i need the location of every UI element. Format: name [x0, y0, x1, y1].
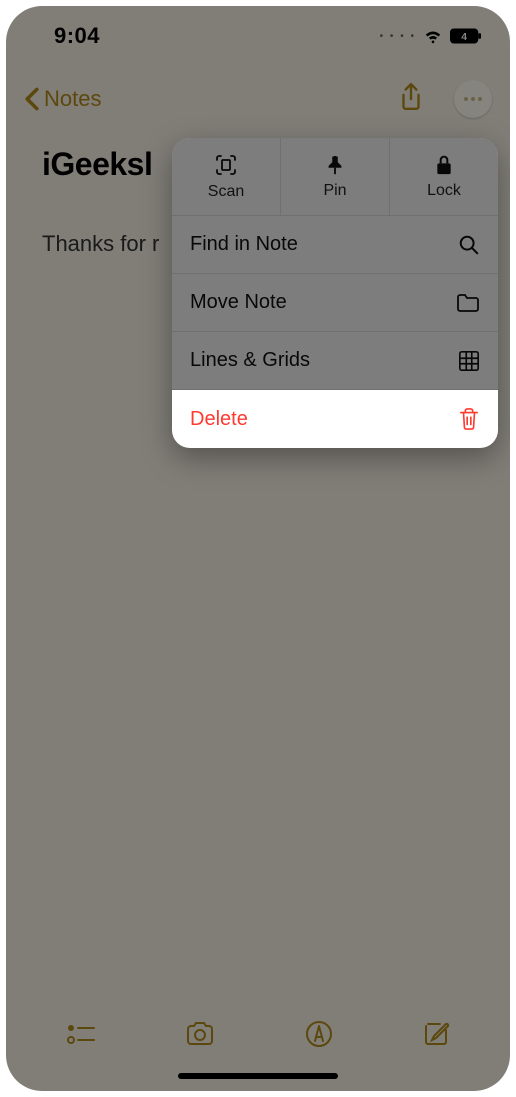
trash-icon [458, 407, 480, 431]
lock-button[interactable]: Lock [389, 138, 498, 215]
camera-icon [184, 1021, 216, 1047]
checklist-icon [66, 1022, 96, 1046]
menu-label: Move Note [190, 291, 287, 314]
pin-button[interactable]: Pin [280, 138, 389, 215]
compose-icon [422, 1020, 450, 1048]
pin-icon [324, 154, 346, 176]
sheet-top-row: Scan Pin Lock [172, 138, 498, 216]
status-right: • • • • 4 [380, 27, 482, 45]
menu-move-note[interactable]: Move Note [172, 274, 498, 332]
action-sheet: Scan Pin Lock Find in Note Move Note Lin… [172, 138, 498, 448]
lock-icon [434, 154, 454, 176]
lock-label: Lock [427, 182, 461, 200]
status-bar: 9:04 • • • • 4 [6, 6, 510, 66]
checklist-button[interactable] [66, 1022, 96, 1051]
menu-label: Find in Note [190, 233, 298, 256]
more-button[interactable] [454, 80, 492, 118]
markup-icon [304, 1019, 334, 1049]
status-time: 9:04 [54, 23, 100, 49]
menu-lines-grids[interactable]: Lines & Grids [172, 332, 498, 390]
back-button[interactable]: Notes [24, 86, 101, 112]
battery-icon: 4 [450, 28, 482, 44]
ellipsis-icon [463, 96, 483, 102]
grid-icon [458, 350, 480, 372]
wifi-icon [422, 27, 444, 45]
markup-button[interactable] [304, 1019, 334, 1054]
camera-button[interactable] [184, 1021, 216, 1052]
menu-label: Lines & Grids [190, 349, 310, 372]
menu-delete[interactable]: Delete [172, 390, 498, 448]
nav-bar: Notes [6, 66, 510, 132]
svg-text:4: 4 [461, 32, 467, 43]
compose-button[interactable] [422, 1020, 450, 1053]
search-icon [458, 234, 480, 256]
scan-label: Scan [208, 183, 244, 201]
back-label: Notes [44, 86, 101, 112]
cellular-dots-icon: • • • • [380, 31, 416, 42]
chevron-left-icon [24, 87, 40, 111]
share-icon [398, 82, 424, 112]
menu-label: Delete [190, 408, 248, 431]
folder-icon [456, 293, 480, 313]
scan-button[interactable]: Scan [172, 138, 280, 215]
scan-icon [214, 153, 238, 177]
pin-label: Pin [323, 182, 346, 200]
menu-find-in-note[interactable]: Find in Note [172, 216, 498, 274]
share-button[interactable] [398, 82, 424, 117]
home-indicator[interactable] [178, 1073, 338, 1079]
